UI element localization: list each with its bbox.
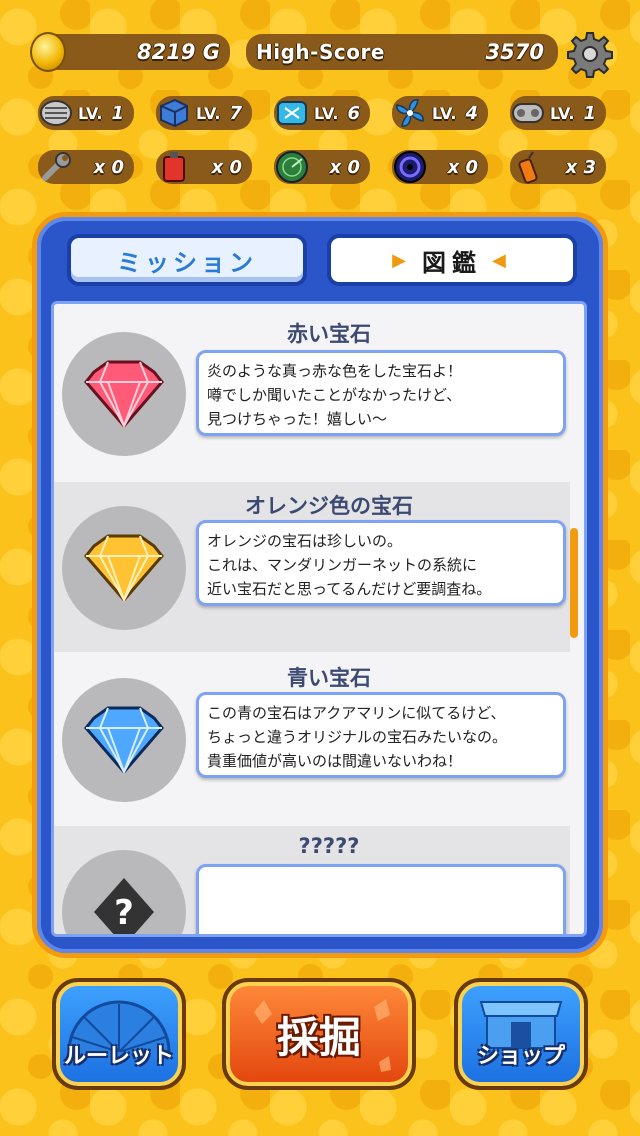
- upgrade-level: 6: [347, 102, 360, 124]
- roulette-button[interactable]: ルーレット: [52, 978, 186, 1090]
- item-count: x 0: [447, 156, 478, 178]
- box-icon: [152, 91, 196, 135]
- tab-mission[interactable]: ミッション: [67, 234, 307, 286]
- gem-description: [196, 864, 566, 934]
- item-radar[interactable]: x 0: [274, 150, 370, 184]
- coin-value: 8219 G: [137, 40, 220, 64]
- item-count: x 0: [211, 156, 242, 178]
- scrollbar[interactable]: [570, 528, 578, 638]
- fuel-can-icon: [152, 145, 196, 189]
- upgrade-level: 1: [111, 102, 124, 124]
- dig-label: 採掘: [276, 1012, 361, 1062]
- list-item[interactable]: 青い宝石 この青の宝石はアクアマリンに似てるけど、 ちょっと違うオリジナルの宝石…: [54, 654, 570, 824]
- tab-zukan[interactable]: ▶ 図鑑 ◀: [327, 234, 577, 286]
- item-vortex[interactable]: x 0: [392, 150, 488, 184]
- upgrade-lv-label: LV.: [432, 103, 457, 123]
- desc-line: 近い宝石だと思ってるんだけど要調査ね。: [207, 580, 492, 598]
- upgrade-fan[interactable]: LV. 4: [392, 96, 488, 130]
- desc-line: これは、マンダリンガーネットの系統に: [207, 556, 478, 574]
- item-count: x 0: [93, 156, 124, 178]
- unknown-gem-icon: ?: [62, 850, 186, 934]
- high-score-label: High-Score: [256, 40, 385, 64]
- radar-icon: [270, 145, 314, 189]
- desc-line: この青の宝石はアクアマリンに似てるけど、: [207, 704, 506, 722]
- item-fuel[interactable]: x 0: [156, 150, 252, 184]
- high-score: High-Score 3570: [246, 34, 558, 70]
- desc-line: 貴重価値が高いのは間違いないわね！: [207, 752, 463, 770]
- gem-description: この青の宝石はアクアマリンに似てるけど、 ちょっと違うオリジナルの宝石みたいなの…: [196, 692, 566, 778]
- upgrade-level: 1: [583, 102, 596, 124]
- gem-icon: [62, 506, 186, 630]
- upgrade-level: 7: [229, 102, 242, 124]
- upgrade-drill[interactable]: LV. 1: [38, 96, 134, 130]
- encyclopedia-panel: ミッション ▶ 図鑑 ◀ 赤い宝石 炎のような真っ赤な色をした宝石よ！ 噂でしか…: [32, 212, 608, 958]
- tank-icon: [270, 91, 314, 135]
- roulette-label: ルーレット: [63, 1044, 174, 1069]
- coin-icon: [30, 32, 66, 72]
- tab-arrow-right-icon: ◀: [492, 249, 512, 271]
- svg-text:?: ?: [114, 893, 134, 933]
- item-count: x 3: [565, 156, 596, 178]
- dynamite-icon: [506, 145, 550, 189]
- upgrade-lv-label: LV.: [314, 103, 339, 123]
- upgrade-lv-label: LV.: [550, 103, 575, 123]
- desc-line: 見つけちゃった！嬉しい〜: [207, 410, 388, 428]
- upgrade-level: 4: [465, 102, 478, 124]
- coin-counter: 8219 G: [30, 32, 230, 72]
- desc-line: オレンジの宝石は珍しいの。: [207, 532, 403, 550]
- dig-button[interactable]: 採掘: [222, 978, 416, 1090]
- upgrade-lv-label: LV.: [196, 103, 221, 123]
- desc-line: 炎のような真っ赤な色をした宝石よ！: [207, 362, 463, 380]
- upgrade-tank[interactable]: LV. 6: [274, 96, 370, 130]
- drill-icon: [34, 91, 78, 135]
- tab-zukan-label: 図鑑: [422, 248, 482, 277]
- gem-list[interactable]: 赤い宝石 炎のような真っ赤な色をした宝石よ！ 噂でしか聞いたことがなかったけど、…: [51, 301, 587, 937]
- desc-line: ちょっと違うオリジナルの宝石みたいなの。: [207, 728, 508, 746]
- gear-icon[interactable]: [566, 30, 614, 78]
- upgrade-box[interactable]: LV. 7: [156, 96, 252, 130]
- wrench-icon: [34, 145, 78, 189]
- upgrade-track[interactable]: LV. 1: [510, 96, 606, 130]
- item-dynamite[interactable]: x 3: [510, 150, 606, 184]
- vortex-icon: [388, 145, 432, 189]
- gem-description: オレンジの宝石は珍しいの。 これは、マンダリンガーネットの系統に 近い宝石だと思…: [196, 520, 566, 606]
- desc-line: 噂でしか聞いたことがなかったけど、: [207, 386, 462, 404]
- gem-icon: [62, 678, 186, 802]
- shop-button[interactable]: ショップ: [454, 978, 588, 1090]
- list-item[interactable]: ????? ?: [54, 826, 570, 934]
- upgrade-lv-label: LV.: [78, 103, 103, 123]
- item-wrench[interactable]: x 0: [38, 150, 134, 184]
- tab-arrow-left-icon: ▶: [392, 249, 412, 271]
- shop-label: ショップ: [476, 1044, 565, 1069]
- list-item[interactable]: 赤い宝石 炎のような真っ赤な色をした宝石よ！ 噂でしか聞いたことがなかったけど、…: [54, 304, 570, 474]
- item-count: x 0: [329, 156, 360, 178]
- list-item[interactable]: オレンジ色の宝石 オレンジの宝石は珍しいの。 これは、マンダリンガーネットの系統…: [54, 482, 570, 652]
- gem-icon: [62, 332, 186, 456]
- fan-icon: [388, 91, 432, 135]
- high-score-value: 3570: [485, 40, 544, 64]
- track-icon: [506, 91, 550, 135]
- gem-description: 炎のような真っ赤な色をした宝石よ！ 噂でしか聞いたことがなかったけど、 見つけち…: [196, 350, 566, 436]
